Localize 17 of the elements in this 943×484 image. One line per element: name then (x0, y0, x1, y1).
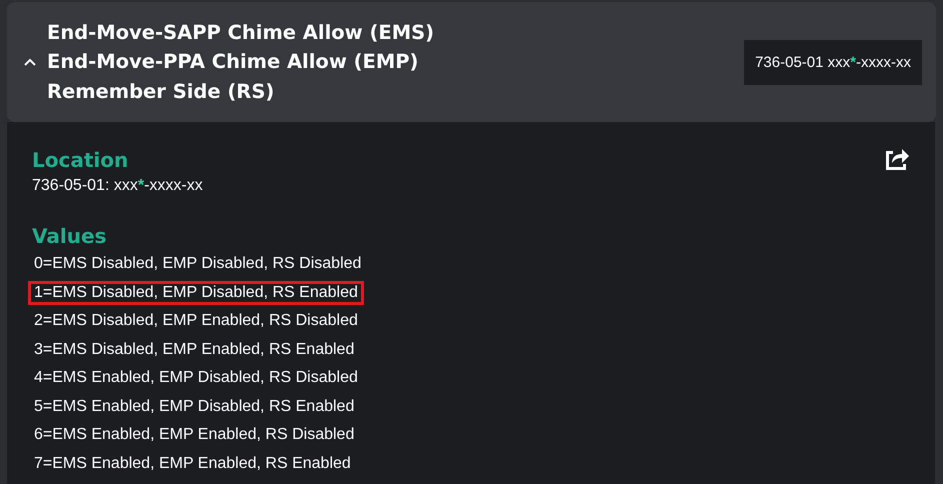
section-heading: Values (32, 223, 108, 250)
accordion-header[interactable]: End-Move-SAPP Chime Allow (EMS) End-Move-PPA Chime Allow (EMP) Remember Side (RS) 736-05-01 xxx*-xxxx-xx (7, 2, 936, 122)
value-option: 4=EMS Enabled, EMP Disabled, RS Disabled (28, 366, 364, 390)
location-tag: 736-05-01 xxx*-xxxx-xx (744, 40, 922, 84)
value-option: 2=EMS Disabled, EMP Enabled, RS Disabled (28, 309, 364, 333)
value-option: 5=EMS Enabled, EMP Disabled, RS Enabled (28, 394, 360, 418)
value-option: 7=EMS Enabled, EMP Enabled, RS Enabled (28, 452, 357, 476)
section-heading: Location (32, 147, 130, 174)
value-option: 1=EMS Disabled, EMP Disabled, RS Enabled (28, 280, 364, 304)
location-text: 736-05-01: xxx*-xxxx-xx (32, 176, 204, 196)
value-option: 6=EMS Enabled, EMP Enabled, RS Disabled (28, 423, 360, 447)
header-title: Remember Side (RS) (47, 78, 276, 105)
header-title: End-Move-PPA Chime Allow (EMP) (47, 49, 420, 76)
value-option: 0=EMS Disabled, EMP Disabled, RS Disabled (28, 252, 368, 276)
caret-up-icon[interactable] (23, 57, 37, 67)
header-title: End-Move-SAPP Chime Allow (EMS) (47, 20, 436, 46)
value-option: 3=EMS Disabled, EMP Enabled, RS Enabled (28, 338, 360, 362)
